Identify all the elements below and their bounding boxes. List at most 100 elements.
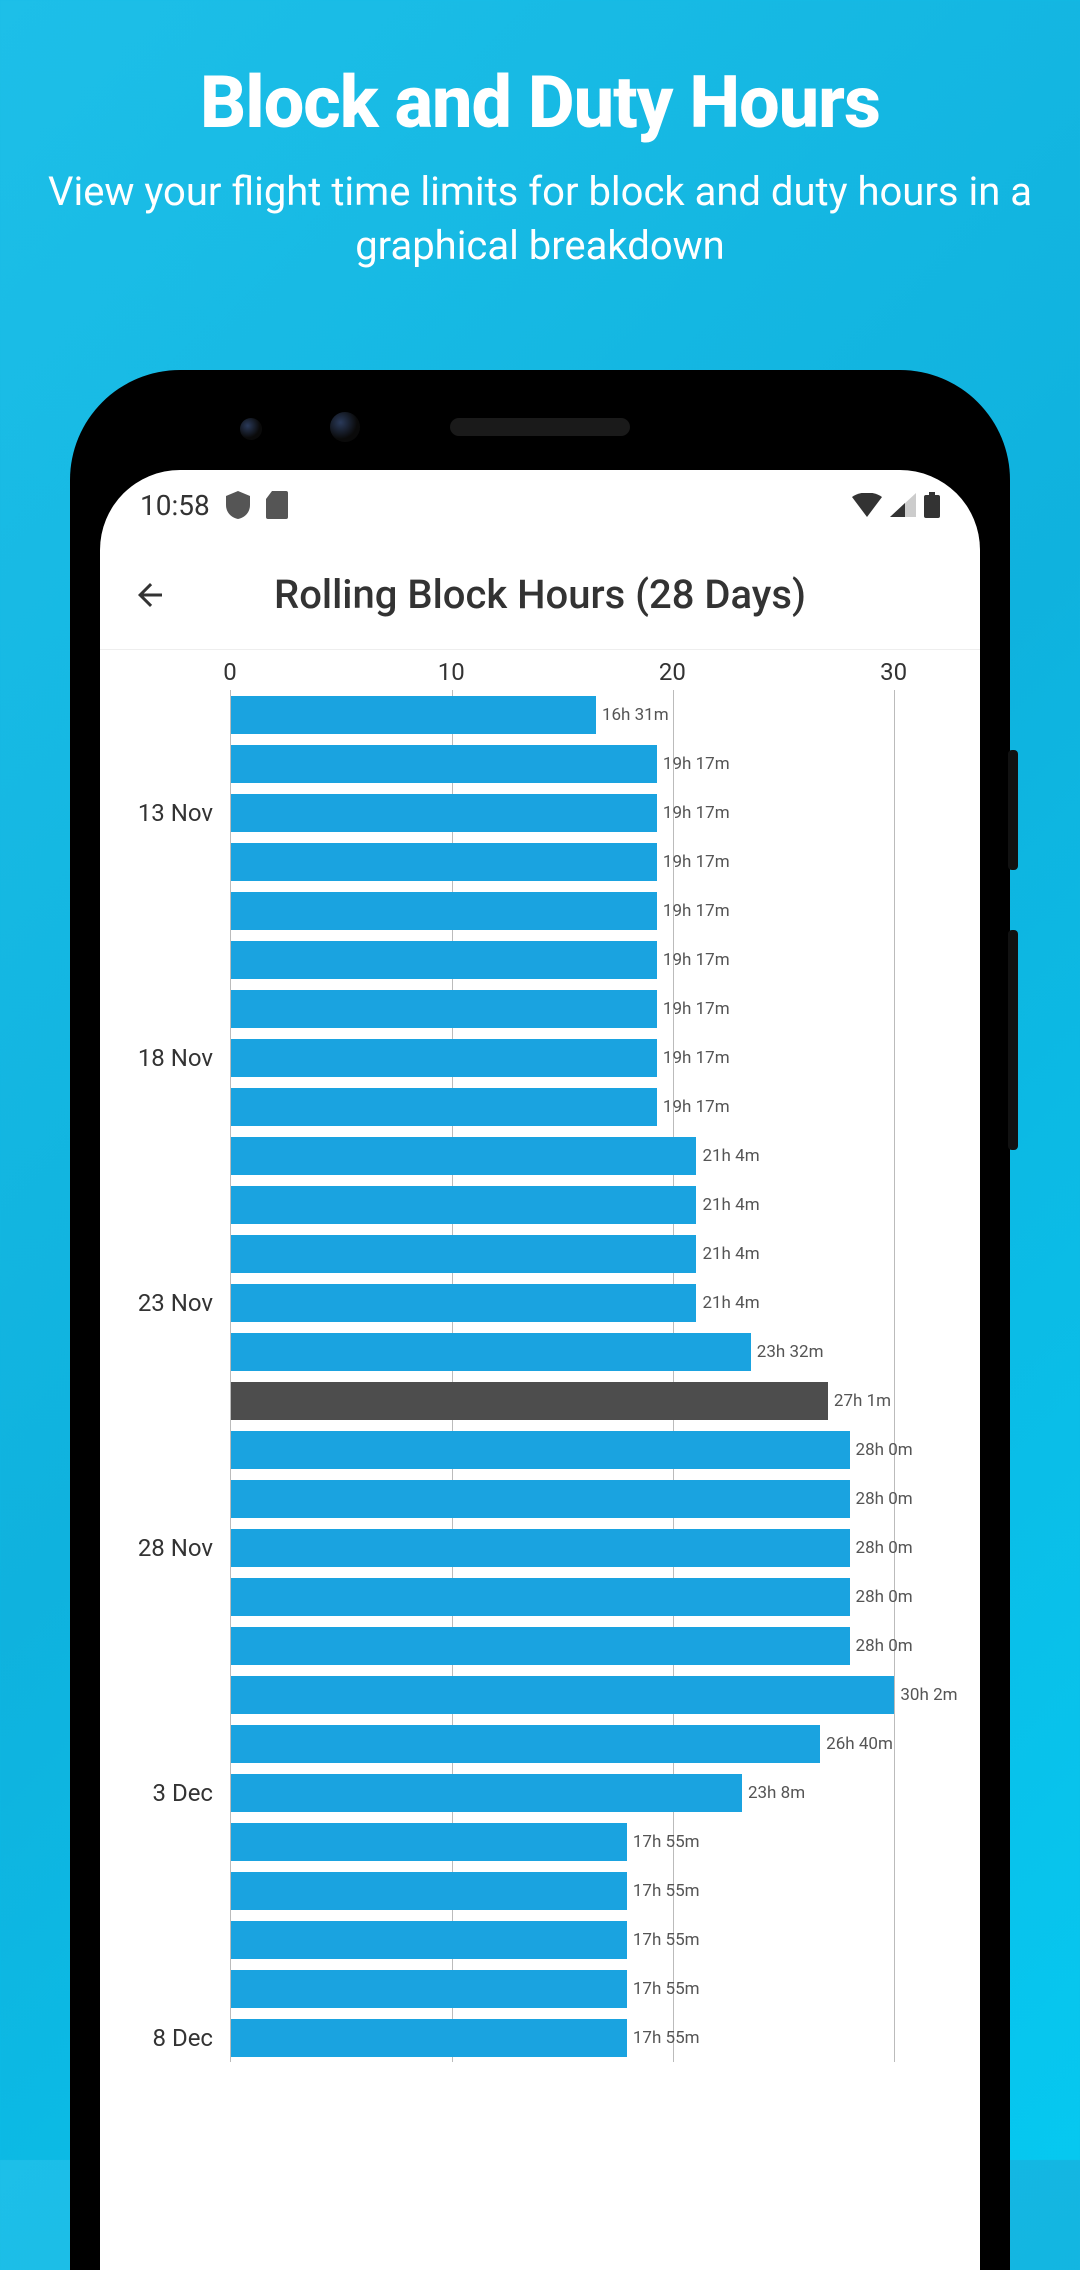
bar-row[interactable]: 19h 17m [231, 739, 960, 788]
phone-camera [240, 418, 262, 440]
arrow-left-icon [132, 577, 168, 613]
bar-row[interactable]: 8 Dec17h 55m [231, 2013, 960, 2062]
bar: 17h 55m [231, 1872, 627, 1910]
shield-icon [226, 491, 250, 519]
bar-row[interactable]: 27h 1m [231, 1376, 960, 1425]
bar-row[interactable]: 19h 17m [231, 984, 960, 1033]
bar: 28h 0m [231, 1529, 850, 1567]
bar-value-label: 26h 40m [826, 1734, 893, 1754]
bar-row[interactable]: 17h 55m [231, 1866, 960, 1915]
bar-value-label: 21h 4m [702, 1195, 759, 1215]
x-tick: 10 [438, 658, 465, 686]
x-tick: 20 [659, 658, 686, 686]
wifi-icon [852, 493, 882, 517]
bar-value-label: 19h 17m [663, 754, 730, 774]
bar: 17h 55m [231, 1970, 627, 2008]
bar-row[interactable]: 21h 4m [231, 1131, 960, 1180]
bar-value-label: 19h 17m [663, 901, 730, 921]
bar: 28h 0m [231, 1627, 850, 1665]
bar: 19h 17m [231, 794, 657, 832]
bar: 16h 31m [231, 696, 596, 734]
bar-value-label: 28h 0m [856, 1587, 913, 1607]
bar: 28h 0m [231, 1480, 850, 1518]
bar: 19h 17m [231, 892, 657, 930]
phone-side-button [1008, 930, 1018, 1150]
bar-value-label: 17h 55m [633, 2028, 700, 2048]
bar: 19h 17m [231, 1039, 657, 1077]
promo-subtitle: View your flight time limits for block a… [40, 165, 1040, 273]
bar-value-label: 28h 0m [856, 1440, 913, 1460]
bar-value-label: 17h 55m [633, 1832, 700, 1852]
status-right [852, 492, 940, 518]
x-tick: 30 [880, 658, 907, 686]
y-tick: 13 Nov [138, 799, 213, 827]
back-button[interactable] [120, 565, 180, 625]
status-left: 10:58 [140, 489, 288, 522]
bar: 21h 4m [231, 1235, 696, 1273]
bar: 19h 17m [231, 745, 657, 783]
bar-row[interactable]: 23h 32m [231, 1327, 960, 1376]
phone-screen: 10:58 [100, 470, 980, 2270]
bar-row[interactable]: 30h 2m [231, 1670, 960, 1719]
bar-row[interactable]: 3 Dec23h 8m [231, 1768, 960, 1817]
bar: 21h 4m [231, 1137, 696, 1175]
bar-row[interactable]: 23 Nov21h 4m [231, 1278, 960, 1327]
bar-row[interactable]: 28h 0m [231, 1425, 960, 1474]
bar-row[interactable]: 18 Nov19h 17m [231, 1033, 960, 1082]
bar-value-label: 16h 31m [602, 705, 669, 725]
bar-row[interactable]: 19h 17m [231, 886, 960, 935]
promo-header: Block and Duty Hours View your flight ti… [0, 0, 1080, 313]
app-bar: Rolling Block Hours (28 Days) [100, 540, 980, 650]
bar: 23h 32m [231, 1333, 751, 1371]
phone-side-button [1008, 750, 1018, 870]
bar: 17h 55m [231, 1823, 627, 1861]
bar: 17h 55m [231, 1921, 627, 1959]
x-axis: 0102030 [230, 650, 960, 690]
plot-area: 16h 31m19h 17m13 Nov19h 17m19h 17m19h 17… [230, 690, 960, 2062]
bar-row[interactable]: 16h 31m [231, 690, 960, 739]
bar: 19h 17m [231, 1088, 657, 1126]
x-tick: 0 [223, 658, 237, 686]
bar: 21h 4m [231, 1186, 696, 1224]
bar: 23h 8m [231, 1774, 742, 1812]
bar-row[interactable]: 19h 17m [231, 935, 960, 984]
bar-row[interactable]: 28 Nov28h 0m [231, 1523, 960, 1572]
phone-frame: 10:58 [70, 370, 1010, 2270]
sd-card-icon [266, 491, 288, 519]
cellular-icon [890, 493, 916, 517]
bar-value-label: 19h 17m [663, 803, 730, 823]
bar-row[interactable]: 26h 40m [231, 1719, 960, 1768]
y-tick: 23 Nov [138, 1289, 213, 1317]
y-tick: 18 Nov [138, 1044, 213, 1072]
y-tick: 28 Nov [138, 1534, 213, 1562]
promo-title: Block and Duty Hours [40, 60, 1040, 145]
bar-row[interactable]: 28h 0m [231, 1572, 960, 1621]
bar-row[interactable]: 13 Nov19h 17m [231, 788, 960, 837]
bar: 17h 55m [231, 2019, 627, 2057]
bar-row[interactable]: 21h 4m [231, 1180, 960, 1229]
bar-value-label: 28h 0m [856, 1489, 913, 1509]
bar-value-label: 19h 17m [663, 852, 730, 872]
bar-value-label: 21h 4m [702, 1244, 759, 1264]
bar-value-label: 23h 32m [757, 1342, 824, 1362]
bar-value-label: 28h 0m [856, 1538, 913, 1558]
bar-row[interactable]: 19h 17m [231, 1082, 960, 1131]
bar-row[interactable]: 17h 55m [231, 1817, 960, 1866]
bar-row[interactable]: 17h 55m [231, 1915, 960, 1964]
bar: 19h 17m [231, 843, 657, 881]
bar-row[interactable]: 28h 0m [231, 1621, 960, 1670]
chart[interactable]: 0102030 16h 31m19h 17m13 Nov19h 17m19h 1… [100, 650, 980, 2062]
bar-row[interactable]: 17h 55m [231, 1964, 960, 2013]
bar-row[interactable]: 28h 0m [231, 1474, 960, 1523]
bar-value-label: 30h 2m [900, 1685, 957, 1705]
status-time: 10:58 [140, 489, 210, 522]
bar-value-label: 19h 17m [663, 1048, 730, 1068]
bar-row[interactable]: 21h 4m [231, 1229, 960, 1278]
bar: 19h 17m [231, 941, 657, 979]
page-title: Rolling Block Hours (28 Days) [180, 571, 900, 618]
bar-value-label: 21h 4m [702, 1293, 759, 1313]
battery-icon [924, 492, 940, 518]
phone-camera [330, 412, 360, 442]
bar-row[interactable]: 19h 17m [231, 837, 960, 886]
bar: 28h 0m [231, 1578, 850, 1616]
